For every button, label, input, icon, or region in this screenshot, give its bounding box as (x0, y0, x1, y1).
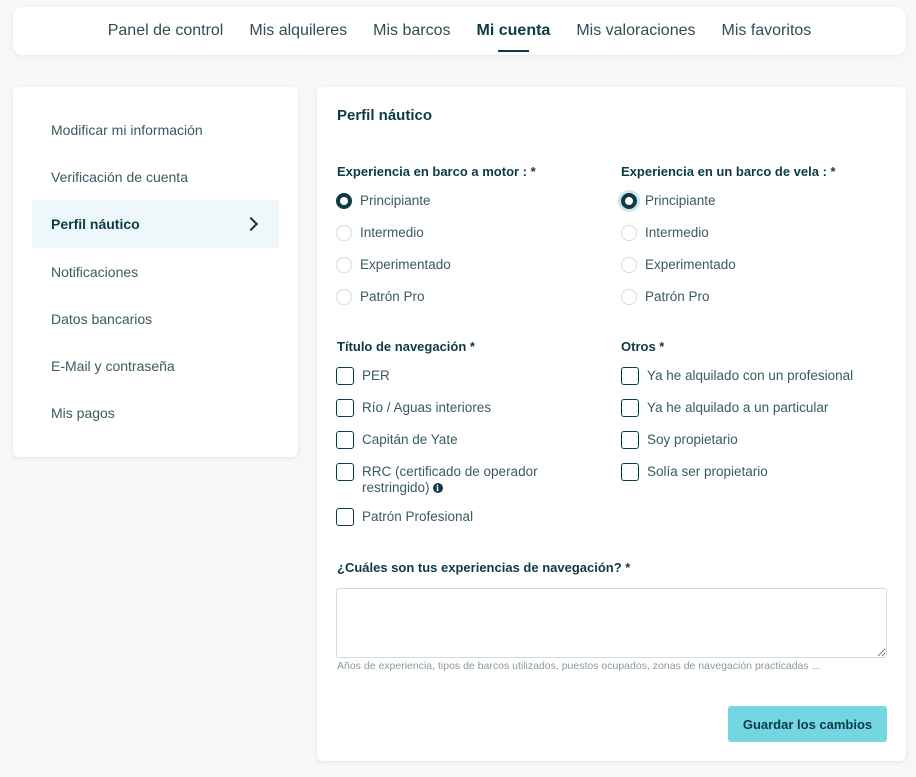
sidebar-item-mis-pagos[interactable]: Mis pagos (32, 389, 279, 436)
motor-radio-patron-pro[interactable]: Patrón Pro (336, 289, 425, 305)
checkbox[interactable] (336, 367, 354, 385)
sidebar-item-label: Datos bancarios (51, 310, 153, 327)
checkbox[interactable] (336, 463, 354, 481)
checkbox[interactable] (336, 399, 354, 417)
option-label: Ya he alquilado con un profesional (647, 368, 854, 383)
license-label: Título de navegación * (337, 339, 475, 354)
sidebar-item-label: E-Mail y contraseña (51, 357, 175, 374)
sidebar-item-modificar-informacion[interactable]: Modificar mi información (32, 106, 279, 153)
option-label: Principiante (645, 193, 716, 208)
others-label: Otros * (621, 339, 665, 354)
option-label: Patrón Profesional (362, 509, 474, 524)
sidebar-item-verificacion-cuenta[interactable]: Verificación de cuenta (32, 153, 279, 200)
license-checkbox-patron-profesional[interactable]: Patrón Profesional (336, 508, 473, 526)
sail-radio-patron-pro[interactable]: Patrón Pro (621, 289, 710, 305)
top-navigation: Panel de control Mis alquileres Mis barc… (13, 7, 906, 55)
license-checkbox-rrc[interactable]: RRC (certificado de operador restringido… (336, 463, 566, 496)
radio-button[interactable] (621, 257, 637, 273)
sidebar-item-perfil-nautico[interactable]: Perfil náutico (32, 200, 279, 248)
license-checkbox-per[interactable]: PER (336, 367, 390, 385)
option-label: Patrón Pro (645, 289, 710, 304)
nautical-profile-panel: Perfil náutico Experiencia en barco a mo… (317, 87, 906, 761)
option-label: RRC (certificado de operador restringido… (362, 464, 566, 496)
others-checkbox-profesional[interactable]: Ya he alquilado con un profesional (621, 367, 853, 385)
sail-experience-label: Experiencia en un barco de vela : * (621, 164, 836, 179)
option-label: PER (362, 368, 390, 383)
checkbox[interactable] (336, 508, 354, 526)
checkbox[interactable] (336, 431, 354, 449)
nav-mis-valoraciones[interactable]: Mis valoraciones (576, 22, 695, 40)
others-checkbox-solia-propietario[interactable]: Solía ser propietario (621, 463, 768, 481)
sidebar-item-email-contrasena[interactable]: E-Mail y contraseña (32, 342, 279, 389)
motor-experience-label: Experiencia en barco a motor : * (337, 164, 536, 179)
option-label: Experimentado (645, 257, 736, 272)
sidebar-item-notificaciones[interactable]: Notificaciones (32, 248, 279, 295)
license-checkbox-rio[interactable]: Río / Aguas interiores (336, 399, 491, 417)
motor-radio-experimentado[interactable]: Experimentado (336, 257, 451, 273)
option-label: Principiante (360, 193, 431, 208)
chevron-right-icon (243, 216, 259, 232)
option-label: Río / Aguas interiores (362, 400, 492, 415)
sidebar-item-label: Modificar mi información (51, 121, 203, 138)
nav-mis-barcos[interactable]: Mis barcos (373, 22, 450, 40)
info-icon[interactable]: i (432, 483, 443, 494)
option-label: Experimentado (360, 257, 451, 272)
sail-radio-principiante[interactable]: Principiante (621, 193, 716, 209)
checkbox[interactable] (621, 431, 639, 449)
experience-textarea[interactable] (336, 588, 887, 658)
sidebar-item-label: Mis pagos (51, 404, 115, 421)
motor-radio-principiante[interactable]: Principiante (336, 193, 431, 209)
radio-button[interactable] (621, 289, 637, 305)
nav-mis-alquileres[interactable]: Mis alquileres (249, 22, 347, 40)
license-checkbox-capitan-yate[interactable]: Capitán de Yate (336, 431, 458, 449)
option-label: Soy propietario (647, 432, 738, 447)
experience-question-label: ¿Cuáles son tus experiencias de navegaci… (337, 560, 631, 575)
radio-button[interactable] (621, 193, 637, 209)
nav-mis-favoritos[interactable]: Mis favoritos (721, 22, 811, 40)
radio-button[interactable] (621, 225, 637, 241)
option-label: Intermedio (360, 225, 424, 240)
save-button[interactable]: Guardar los cambios (728, 706, 887, 742)
checkbox[interactable] (621, 399, 639, 417)
checkbox[interactable] (621, 463, 639, 481)
option-label: Patrón Pro (360, 289, 425, 304)
sail-radio-experimentado[interactable]: Experimentado (621, 257, 736, 273)
others-checkbox-particular[interactable]: Ya he alquilado a un particular (621, 399, 828, 417)
rrc-label-text: RRC (certificado de operador restringido… (362, 464, 538, 495)
radio-button[interactable] (336, 289, 352, 305)
option-label: Ya he alquilado a un particular (647, 400, 829, 415)
sidebar-item-label: Verificación de cuenta (51, 168, 188, 185)
others-checkbox-propietario[interactable]: Soy propietario (621, 431, 738, 449)
radio-button[interactable] (336, 257, 352, 273)
experience-hint: Años de experiencia, tipos de barcos uti… (337, 660, 821, 672)
radio-button[interactable] (336, 225, 352, 241)
option-label: Intermedio (645, 225, 709, 240)
sail-radio-intermedio[interactable]: Intermedio (621, 225, 709, 241)
motor-radio-intermedio[interactable]: Intermedio (336, 225, 424, 241)
option-label: Solía ser propietario (647, 464, 768, 479)
nav-panel-de-control[interactable]: Panel de control (108, 22, 224, 40)
nav-mi-cuenta[interactable]: Mi cuenta (477, 22, 550, 52)
checkbox[interactable] (621, 367, 639, 385)
account-sidebar: Modificar mi información Verificación de… (13, 87, 298, 457)
sidebar-item-label: Notificaciones (51, 263, 139, 280)
sidebar-item-datos-bancarios[interactable]: Datos bancarios (32, 295, 279, 342)
page-title: Perfil náutico (337, 107, 433, 124)
option-label: Capitán de Yate (362, 432, 458, 447)
sidebar-item-label: Perfil náutico (51, 216, 140, 232)
radio-button[interactable] (336, 193, 352, 209)
